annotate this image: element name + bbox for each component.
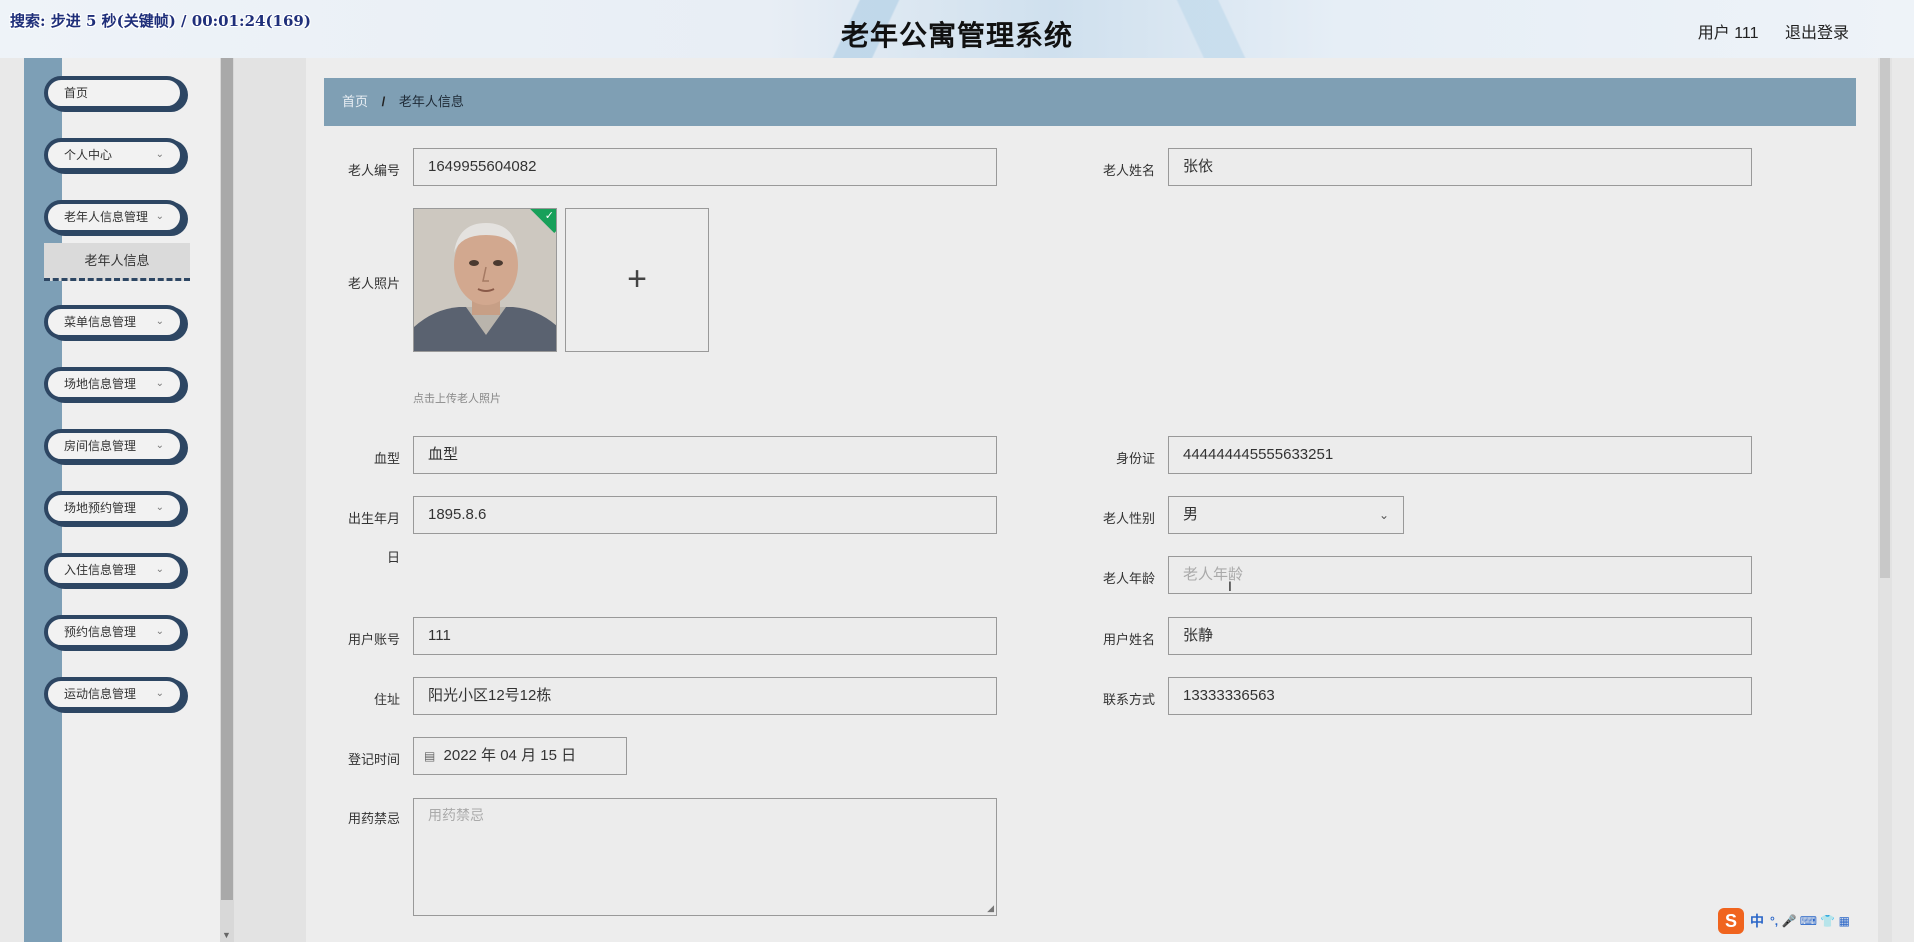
sogou-logo-icon[interactable]: S <box>1718 908 1744 934</box>
address-label: 住址 <box>373 692 400 707</box>
chevron-down-icon: ⌄ <box>155 440 164 451</box>
chevron-down-icon: ⌄ <box>1378 508 1389 522</box>
top-header: 搜索: 步进 5 秒(关键帧) / 00:01:24(169) 老年公寓管理系统… <box>0 0 1914 58</box>
drug-taboo-placeholder: 用药禁忌 <box>428 807 484 823</box>
id-card-input[interactable]: 444444445555633251 <box>1168 436 1752 474</box>
sidebar-item-label: 入住信息管理 <box>64 563 137 577</box>
sidebar-item-label: 场地预约管理 <box>64 501 137 515</box>
chevron-down-icon: ⌄ <box>155 502 164 513</box>
text-cursor-icon: I <box>1228 578 1232 594</box>
user-area: 用户 111 退出登录 <box>1676 19 1849 43</box>
chevron-down-icon: ⌄ <box>155 378 164 389</box>
sidebar-item-elder-info-management[interactable]: 老年人信息管理 ⌄ <box>44 200 184 234</box>
elder-name-label: 老人姓名 <box>1102 163 1155 178</box>
sidebar-item-venue-booking-management[interactable]: 场地预约管理 ⌄ <box>44 491 184 525</box>
sidebar-item-label: 老年人信息管理 <box>64 210 149 224</box>
birth-date-label: 出生年月 <box>347 511 400 526</box>
gender-label: 老人性别 <box>1102 511 1155 526</box>
scroll-down-arrow-icon[interactable]: ▼ <box>222 930 231 940</box>
chevron-down-icon: ⌄ <box>155 149 164 160</box>
breadcrumb-home[interactable]: 首页 <box>342 94 368 109</box>
sidebar-item-home[interactable]: 首页 <box>44 76 184 110</box>
scrollbar-thumb[interactable] <box>221 58 233 900</box>
sidebar-item-label: 场地信息管理 <box>64 377 137 391</box>
age-label: 老人年龄 <box>1102 571 1155 586</box>
sidebar-item-label: 菜单信息管理 <box>64 315 137 329</box>
birth-date-label-cont: 日 <box>386 550 400 565</box>
plus-icon: + <box>627 260 647 298</box>
drug-taboo-textarea[interactable]: 用药禁忌 ◢ <box>413 798 997 916</box>
resize-handle-icon[interactable]: ◢ <box>987 903 994 914</box>
sidebar-item-exercise-info-management[interactable]: 运动信息管理 ⌄ <box>44 677 184 711</box>
register-time-label: 登记时间 <box>347 752 400 767</box>
user-name-label: 用户姓名 <box>1102 632 1155 647</box>
photo-upload-hint: 点击上传老人照片 <box>413 393 501 405</box>
contact-label: 联系方式 <box>1102 692 1155 707</box>
sidebar-item-label: 个人中心 <box>64 148 113 162</box>
breadcrumb: 首页 / 老年人信息 <box>324 78 1856 126</box>
elder-name-input[interactable]: 张依 <box>1168 148 1752 186</box>
sidebar-item-label: 运动信息管理 <box>64 687 137 701</box>
sidebar-item-label: 首页 <box>64 86 89 100</box>
birth-date-input[interactable]: 1895.8.6 <box>413 496 997 534</box>
sidebar-subitem-elder-info[interactable]: 老年人信息 <box>44 243 190 281</box>
chevron-down-icon: ⌄ <box>155 564 164 575</box>
photo-label: 老人照片 <box>347 276 400 291</box>
chevron-down-icon: ⌄ <box>155 688 164 699</box>
sidebar-scrollbar[interactable]: ▼ <box>220 58 234 942</box>
page-scrollbar[interactable] <box>1878 58 1892 942</box>
chevron-down-icon: ⌄ <box>155 626 164 637</box>
register-time-date-picker[interactable]: ▤ 2022 年 04 月 15 日 <box>413 737 627 775</box>
elder-no-label: 老人编号 <box>347 163 400 178</box>
sidebar-item-checkin-info-management[interactable]: 入住信息管理 ⌄ <box>44 553 184 587</box>
current-user-label[interactable]: 用户 111 <box>1698 25 1759 42</box>
ime-tool-icons[interactable]: °, 🎤 ⌨ 👕 ▦ <box>1770 914 1850 928</box>
sidebar-item-booking-info-management[interactable]: 预约信息管理 ⌄ <box>44 615 184 649</box>
chevron-down-icon: ⌄ <box>155 211 164 222</box>
account-input[interactable]: 111 <box>413 617 997 655</box>
logout-button[interactable]: 退出登录 <box>1785 25 1849 42</box>
breadcrumb-separator: / <box>381 94 386 109</box>
contact-input[interactable]: 13333336563 <box>1168 677 1752 715</box>
app-title: 老年公寓管理系统 <box>840 20 1073 51</box>
elder-portrait-image <box>414 209 556 351</box>
id-card-label: 身份证 <box>1115 451 1155 466</box>
sidebar-item-room-info-management[interactable]: 房间信息管理 ⌄ <box>44 429 184 463</box>
blood-type-label: 血型 <box>373 451 400 466</box>
content-gutter <box>234 58 306 942</box>
calendar-icon: ▤ <box>424 749 436 763</box>
chevron-down-icon: ⌄ <box>155 316 164 327</box>
elder-photo[interactable]: ✓ <box>413 208 557 352</box>
scrollbar-thumb[interactable] <box>1880 58 1890 578</box>
address-input[interactable]: 阳光小区12号12栋 <box>413 677 997 715</box>
sidebar-item-label: 房间信息管理 <box>64 439 137 453</box>
gender-select[interactable]: 男 ⌄ <box>1168 496 1404 534</box>
ime-mode-indicator[interactable]: 中 <box>1750 911 1764 931</box>
age-input[interactable]: 老人年龄 <box>1168 556 1752 594</box>
user-name-input[interactable]: 张静 <box>1168 617 1752 655</box>
photo-upload-button[interactable]: + <box>565 208 709 352</box>
blood-type-input[interactable]: 血型 <box>413 436 997 474</box>
check-icon: ✓ <box>544 210 554 222</box>
elder-no-input[interactable]: 1649955604082 <box>413 148 997 186</box>
ime-toolbar[interactable]: S 中 °, 🎤 ⌨ 👕 ▦ <box>1718 906 1850 936</box>
sidebar-item-personal-center[interactable]: 个人中心 ⌄ <box>44 138 184 172</box>
breadcrumb-current: 老年人信息 <box>398 94 464 109</box>
register-time-value: 2022 年 04 月 15 日 <box>443 747 577 764</box>
account-label: 用户账号 <box>347 632 400 647</box>
sidebar-item-label: 预约信息管理 <box>64 625 137 639</box>
sidebar-item-venue-info-management[interactable]: 场地信息管理 ⌄ <box>44 367 184 401</box>
drug-taboo-label: 用药禁忌 <box>347 811 400 826</box>
sidebar-item-menu-info-management[interactable]: 菜单信息管理 ⌄ <box>44 305 184 339</box>
gender-selected-value: 男 <box>1183 506 1199 523</box>
